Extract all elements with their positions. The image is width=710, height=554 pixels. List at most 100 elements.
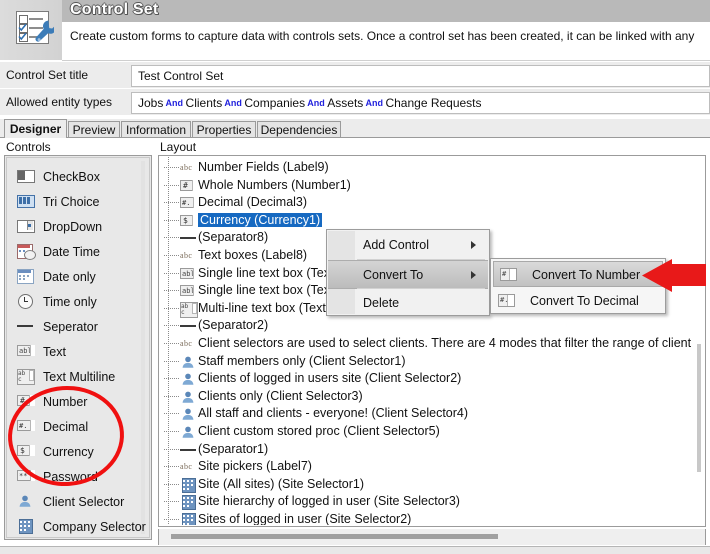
tri-choice-icon <box>17 194 35 208</box>
menu-item-add-control[interactable]: Add Control <box>328 231 488 258</box>
person-icon <box>180 372 198 386</box>
submenu-item-label: Convert To Number <box>532 268 641 282</box>
tab-label: Preview <box>72 123 116 137</box>
entity-joiner: And <box>163 98 186 108</box>
tab-label: Designer <box>9 122 62 136</box>
entity-type: Clients <box>185 96 223 110</box>
menu-item-convert-to[interactable]: Convert To <box>328 260 488 289</box>
control-item-label: Seperator <box>43 320 98 334</box>
tree-connector <box>164 202 180 204</box>
control-item-label: Text <box>43 345 66 359</box>
building-icon <box>180 477 198 493</box>
control-item-label: Tri Choice <box>43 195 100 209</box>
tab-label: Information <box>125 123 187 137</box>
control-set-title-input[interactable]: Test Control Set <box>131 65 710 87</box>
annotation-arrow-convert-to-number <box>642 259 706 292</box>
date-time-icon <box>17 244 36 260</box>
tab-preview[interactable]: Preview <box>68 121 120 138</box>
tree-connector <box>164 378 180 380</box>
separator-icon <box>180 231 198 245</box>
tree-connector <box>164 219 180 221</box>
check-glyph-2 <box>18 32 27 41</box>
layout-tree-vertical-scrollbar[interactable] <box>695 159 703 523</box>
tree-item-label: Single line text box (Text2) <box>198 283 345 298</box>
tree-connector <box>164 413 180 415</box>
tree-item-label: Staff members only (Client Selector1) <box>198 353 406 368</box>
person-icon <box>180 390 198 404</box>
controls-scrollbar[interactable] <box>141 161 145 534</box>
check-glyph-1 <box>18 23 27 32</box>
tree-connector <box>164 483 180 485</box>
controls-pane-label: Controls <box>6 140 51 154</box>
wrench-glyph <box>35 20 54 42</box>
control-item-label: Time only <box>43 295 97 309</box>
tree-item-label: All staff and clients - everyone! (Clien… <box>198 406 469 421</box>
tree-item-label: Sites of logged in user (Site Selector2) <box>198 512 412 525</box>
tree-connector <box>164 431 180 432</box>
tab-label: Dependencies <box>260 123 338 137</box>
submenu-item-convert-to-number[interactable]: # Convert To Number <box>493 261 663 287</box>
control-item-label: DropDown <box>43 220 103 234</box>
text-abl-icon: abl <box>17 344 35 358</box>
checkbox-icon <box>17 169 35 183</box>
tree-connector <box>164 237 180 239</box>
tree-connector <box>164 325 180 327</box>
number-hash-icon: # <box>180 179 198 193</box>
building-icon <box>180 513 198 525</box>
layout-pane-label: Layout <box>160 140 197 154</box>
tab-dependencies[interactable]: Dependencies <box>257 121 341 138</box>
control-set-title-value: Test Control Set <box>138 69 224 83</box>
allowed-entity-types-label: Allowed entity types <box>6 95 113 109</box>
header-title-bar: Control Set <box>62 0 710 23</box>
tree-item-label: Client selectors are used to select clie… <box>198 336 692 350</box>
layout-tree-horizontal-scrollbar[interactable] <box>158 529 706 545</box>
building-icon <box>180 495 198 511</box>
tree-item-label: (Separator1) <box>198 441 269 456</box>
chevron-right-icon <box>471 241 476 249</box>
tab-designer[interactable]: Designer <box>4 119 67 138</box>
allowed-entity-types-input[interactable]: Jobs And Clients And Companies And Asset… <box>131 92 710 114</box>
allowed-entity-types-row: Allowed entity types Jobs And Clients An… <box>0 89 710 115</box>
text-multiline-icon: ab c <box>17 369 35 385</box>
tree-connector <box>164 466 180 468</box>
tree-connector <box>164 307 180 309</box>
tab-properties[interactable]: Properties <box>192 121 256 138</box>
tree-connector <box>164 395 180 397</box>
allowed-entity-types-value: Jobs And Clients And Companies And Asset… <box>138 96 482 110</box>
control-item-label: Date Time <box>43 245 100 259</box>
entity-joiner: And <box>305 98 328 108</box>
clock-icon <box>17 294 35 309</box>
text-multiline-icon: ab c <box>180 301 198 318</box>
header-icon-container <box>0 0 62 60</box>
menu-item-delete[interactable]: Delete <box>328 289 488 316</box>
tree-connector <box>164 272 180 274</box>
control-set-title-label: Control Set title <box>6 68 89 82</box>
person-icon <box>180 355 198 369</box>
separator-icon <box>17 319 35 333</box>
tree-item-label: (Separator8) <box>198 230 269 245</box>
tree-connector <box>164 184 180 186</box>
control-item-label: Client Selector <box>43 495 125 509</box>
control-set-title-row: Control Set title Test Control Set <box>0 62 710 88</box>
person-icon <box>180 425 198 439</box>
submenu-item-convert-to-decimal[interactable]: #. Convert To Decimal <box>492 288 664 314</box>
control-item-label: Text Multiline <box>43 370 116 384</box>
layout-tree-panel: abc Number Fields (Label9) # Whole Numbers … <box>158 155 706 527</box>
submenu-item-label: Convert To Decimal <box>530 294 639 308</box>
tree-item-label: Clients only (Client Selector3) <box>198 388 363 403</box>
menu-item-label: Add Control <box>363 238 430 252</box>
currency-dollar-icon: $ <box>180 214 198 228</box>
abc-label-icon: abc <box>180 251 193 260</box>
tree-connector <box>164 167 180 168</box>
decimal-icon: #. <box>180 196 198 210</box>
tab-information[interactable]: Information <box>121 121 191 138</box>
person-icon <box>17 494 35 508</box>
entity-joiner: And <box>222 98 245 108</box>
tree-connector <box>164 255 180 256</box>
entity-type: Jobs <box>138 96 164 110</box>
entity-joiner: And <box>363 98 386 108</box>
number-hash-icon: # <box>500 268 518 282</box>
tree-item-label: Site hierarchy of logged in user (Site S… <box>198 494 460 509</box>
chevron-right-icon <box>471 271 476 279</box>
tree-connector <box>164 448 180 450</box>
